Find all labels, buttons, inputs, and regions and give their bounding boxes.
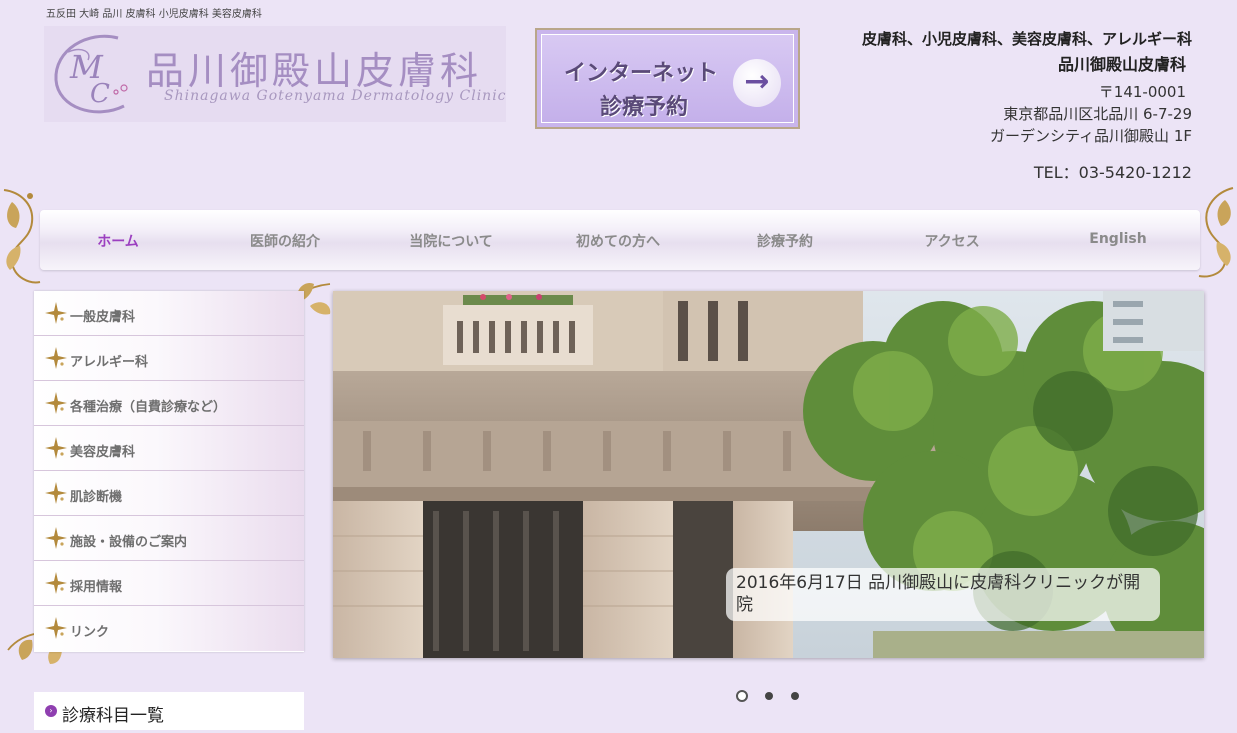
slider-dot-2[interactable] bbox=[765, 692, 773, 700]
monogram-logo-icon: M C bbox=[54, 34, 128, 114]
sidebar-item-allergy[interactable]: アレルギー科 bbox=[34, 336, 304, 381]
sparkle-icon bbox=[45, 617, 67, 639]
postal-code: 〒141-0001 bbox=[1098, 83, 1186, 101]
sparkle-icon bbox=[45, 347, 67, 369]
section-title: 診療科目一覧 bbox=[62, 706, 164, 726]
nav-item-access[interactable]: アクセス bbox=[924, 231, 979, 251]
sidebar-item-label: 施設・設備のご案内 bbox=[70, 535, 188, 550]
sparkle-icon bbox=[45, 482, 67, 504]
svg-text:C: C bbox=[90, 79, 110, 109]
slide-caption: 2016年6月17日 品川御殿山に皮膚科クリニックが開院 bbox=[726, 568, 1160, 621]
global-nav: ホーム 医師の紹介 当院について 初めての方へ 診療予約 アクセス Englis… bbox=[40, 210, 1200, 270]
sidebar-menu: 一般皮膚科 アレルギー科 各種治療（自費診療など） 美容皮膚科 肌診断機 施設・… bbox=[34, 291, 304, 652]
slider-dot-1[interactable] bbox=[736, 690, 748, 702]
sidebar-item-label: アレルギー科 bbox=[70, 355, 149, 370]
logo-title: 品川御殿山皮膚科 bbox=[146, 49, 483, 93]
sidebar-item-general-dermatology[interactable]: 一般皮膚科 bbox=[34, 291, 304, 336]
sparkle-icon bbox=[45, 572, 67, 594]
chevron-right-icon: › bbox=[45, 705, 57, 717]
clinic-logo[interactable]: M C 品川御殿山皮膚科 Shinagawa Gotenyama Dermato… bbox=[44, 26, 506, 122]
header-tagline: 五反田 大崎 品川 皮膚科 小児皮膚科 美容皮膚科 bbox=[46, 9, 262, 20]
sidebar-item-label: 肌診断機 bbox=[70, 490, 123, 505]
reservation-label-line1: インターネット bbox=[564, 61, 719, 86]
slider-dot-3[interactable] bbox=[791, 692, 799, 700]
sidebar-item-label: 美容皮膚科 bbox=[70, 445, 136, 460]
sparkle-icon bbox=[45, 527, 67, 549]
nav-item-about[interactable]: 当院について bbox=[409, 231, 493, 251]
nav-item-doctor[interactable]: 医師の紹介 bbox=[250, 231, 320, 251]
sidebar-item-label: 採用情報 bbox=[70, 580, 123, 595]
sidebar-item-facilities[interactable]: 施設・設備のご案内 bbox=[34, 516, 304, 561]
sidebar-item-label: 各種治療（自費診療など） bbox=[70, 400, 227, 415]
sidebar-item-skin-analyzer[interactable]: 肌診断機 bbox=[34, 471, 304, 516]
address-line2: ガーデンシティ品川御殿山 1F bbox=[989, 127, 1192, 145]
sparkle-icon bbox=[45, 437, 67, 459]
nav-item-first-visit[interactable]: 初めての方へ bbox=[576, 231, 660, 251]
sparkle-icon bbox=[45, 302, 67, 324]
hero-slider[interactable]: 2016年6月17日 品川御殿山に皮膚科クリニックが開院 bbox=[333, 291, 1204, 658]
department-list-heading: › 診療科目一覧 bbox=[34, 692, 304, 730]
sidebar-item-label: リンク bbox=[70, 625, 110, 640]
sidebar-item-label: 一般皮膚科 bbox=[70, 310, 136, 325]
floral-ornament-icon bbox=[1198, 187, 1234, 278]
sidebar-item-cosmetic[interactable]: 美容皮膚科 bbox=[34, 426, 304, 471]
internet-reservation-button[interactable]: インターネット 診療予約 → bbox=[535, 28, 800, 129]
nav-item-english[interactable]: English bbox=[1089, 231, 1146, 247]
nav-item-home[interactable]: ホーム bbox=[97, 231, 139, 251]
specialties-text: 皮膚科、小児皮膚科、美容皮膚科、アレルギー科 bbox=[861, 30, 1192, 48]
nav-item-reservation[interactable]: 診療予約 bbox=[757, 231, 813, 251]
clinic-name: 品川御殿山皮膚科 bbox=[1057, 55, 1186, 74]
floral-ornament-icon bbox=[3, 189, 41, 284]
sidebar-item-treatments[interactable]: 各種治療（自費診療など） bbox=[34, 381, 304, 426]
reservation-label-line2: 診療予約 bbox=[600, 95, 689, 120]
sidebar-item-links[interactable]: リンク bbox=[34, 606, 304, 651]
sidebar-item-recruit[interactable]: 採用情報 bbox=[34, 561, 304, 606]
clinic-info: 皮膚科、小児皮膚科、美容皮膚科、アレルギー科 品川御殿山皮膚科 〒141-000… bbox=[862, 28, 1192, 183]
sparkle-icon bbox=[45, 392, 67, 414]
telephone: TEL：03-5420-1212 bbox=[1033, 163, 1192, 182]
arrow-right-icon: → bbox=[733, 59, 781, 107]
address-line1: 東京都品川区北品川 6-7-29 bbox=[1003, 105, 1192, 123]
logo-subtitle: Shinagawa Gotenyama Dermatology Clinic bbox=[164, 88, 507, 104]
